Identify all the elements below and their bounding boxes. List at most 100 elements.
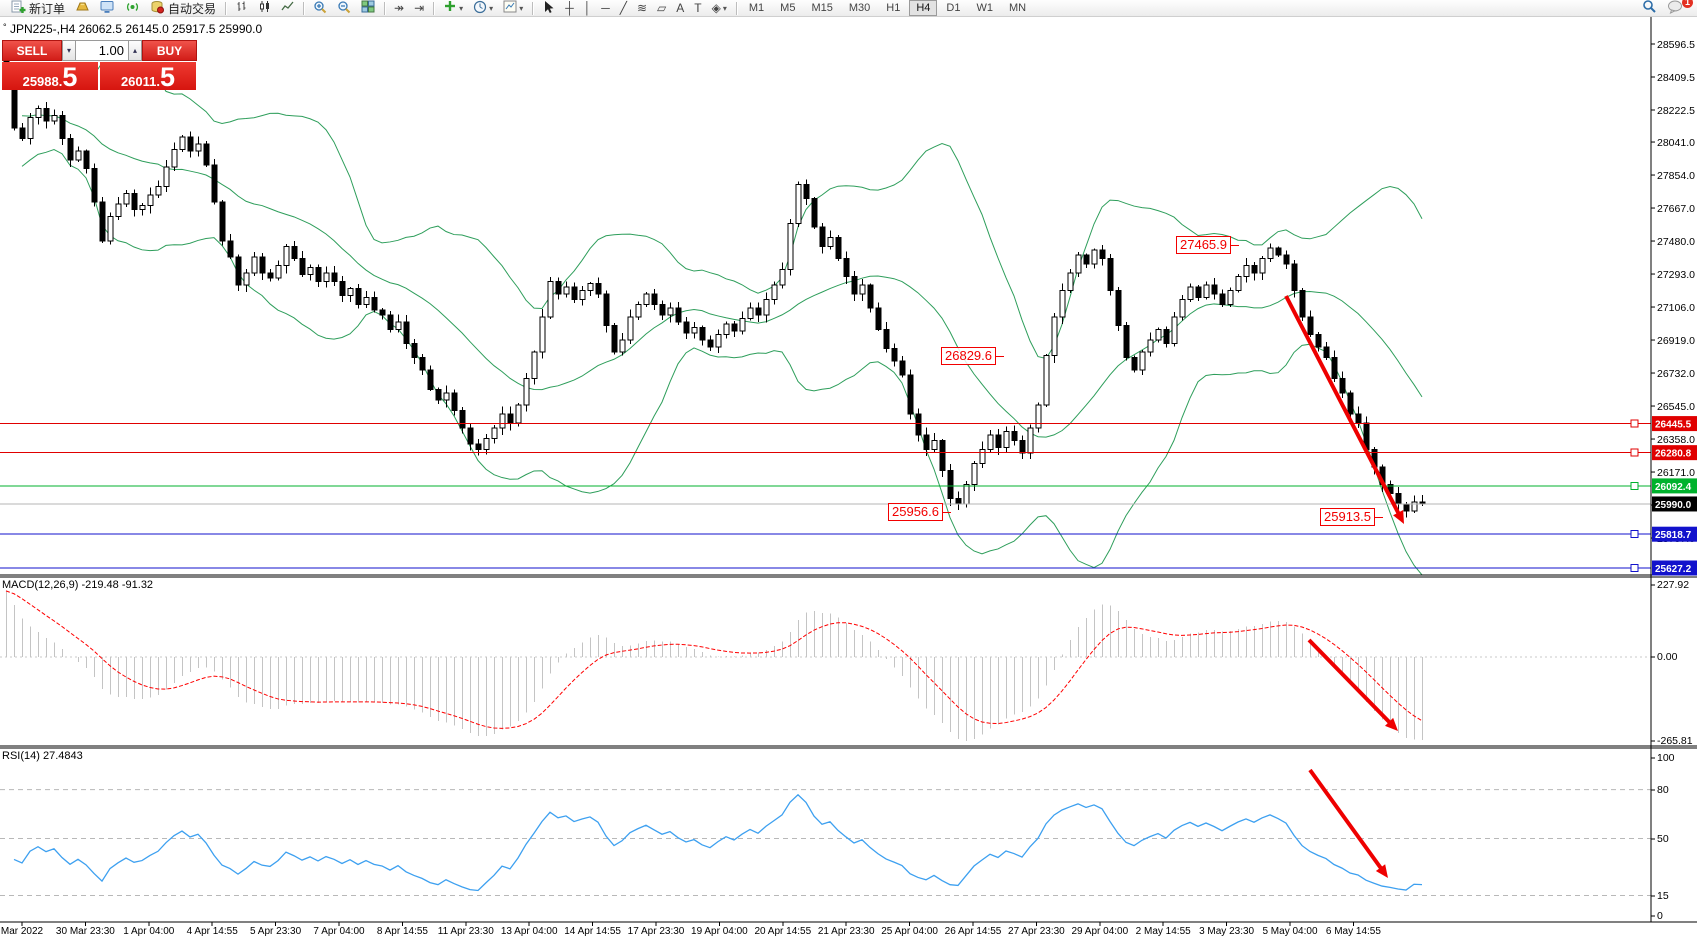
zoom-out-icon — [337, 0, 351, 17]
line-chart-button[interactable] — [277, 0, 298, 17]
sell-button[interactable]: SELL — [2, 40, 62, 61]
auto-scroll-button[interactable]: ↠ — [390, 0, 408, 17]
candle — [1036, 403, 1041, 433]
line-handle[interactable] — [1631, 420, 1638, 427]
candle — [236, 254, 241, 291]
periods-button[interactable]: ▾ — [469, 0, 497, 17]
lot-decrease-button[interactable]: ▾ — [62, 40, 76, 61]
candle — [916, 409, 921, 442]
candle — [516, 403, 521, 427]
search-button[interactable] — [1638, 0, 1661, 17]
clock-icon — [473, 0, 487, 17]
lot-size-input[interactable] — [76, 40, 128, 61]
horizontal-line-icon: ─ — [601, 2, 610, 15]
candlestick-button[interactable] — [254, 0, 275, 17]
time-axis[interactable]: Mar 202230 Mar 23:301 Apr 04:004 Apr 14:… — [1, 922, 1381, 937]
candle — [772, 281, 777, 304]
trend-arrow[interactable] — [1309, 640, 1398, 731]
auto-trading-button[interactable]: 自动交易 — [146, 0, 220, 17]
timeframe-w1-button[interactable]: W1 — [969, 0, 1000, 16]
bar-chart-button[interactable] — [231, 0, 252, 17]
candle — [252, 252, 257, 276]
candle — [732, 321, 737, 337]
candle — [1236, 274, 1241, 293]
new-order-button[interactable]: 新订单 — [7, 0, 69, 17]
candle — [844, 251, 849, 283]
candle — [1220, 290, 1225, 307]
candle — [812, 197, 817, 229]
trend-arrow[interactable] — [1286, 296, 1404, 524]
buy-button[interactable]: BUY — [142, 40, 197, 61]
line-handle[interactable] — [1631, 482, 1638, 489]
fibonacci-button[interactable]: ≋ — [633, 0, 651, 17]
text-button[interactable]: A — [672, 0, 688, 17]
text-label-button[interactable]: T — [690, 0, 705, 17]
price-annotation-box[interactable]: 25956.6 — [888, 503, 943, 521]
candle — [1116, 287, 1121, 331]
notifications-button[interactable]: 1 — [1663, 0, 1688, 17]
timeframe-m5-button[interactable]: M5 — [773, 0, 802, 16]
lot-increase-button[interactable]: ▴ — [128, 40, 142, 61]
trendline-button[interactable]: ╱ — [616, 0, 631, 17]
chart-shift-button[interactable]: ⇥ — [410, 0, 428, 17]
rsi-value: 27.4843 — [43, 750, 83, 762]
trend-arrow[interactable] — [1310, 770, 1388, 878]
timeframe-m30-button[interactable]: M30 — [842, 0, 877, 16]
time-tick-label: 8 Apr 14:55 — [377, 926, 429, 937]
candle — [1188, 283, 1193, 302]
rsi-pane[interactable] — [0, 790, 1651, 896]
gold-tool-button[interactable] — [71, 0, 94, 17]
time-tick-label: 30 Mar 23:30 — [56, 926, 115, 937]
timeframe-h4-button[interactable]: H4 — [909, 0, 937, 16]
horizontal-line-button[interactable]: ─ — [597, 0, 614, 17]
vertical-line-button[interactable]: │ — [580, 0, 596, 17]
candle — [572, 283, 577, 303]
chart-canvas[interactable]: 28596.528409.528222.528041.027854.027667… — [0, 17, 1697, 937]
price-annotation-box[interactable]: 26829.6 — [941, 347, 996, 365]
macd-axis-label: 227.92 — [1657, 579, 1689, 591]
candle — [796, 181, 801, 227]
cursor-icon — [542, 0, 555, 17]
dropdown-caret-icon[interactable]: ▾ — [519, 4, 523, 13]
candle — [492, 425, 497, 444]
sell-price-display[interactable]: 25988.5 — [2, 62, 98, 90]
crosshair-button[interactable]: ┼ — [561, 0, 578, 17]
timeframe-m1-button[interactable]: M1 — [742, 0, 771, 16]
timeframe-m15-button[interactable]: M15 — [804, 0, 839, 16]
candle — [596, 277, 601, 298]
candle — [196, 137, 201, 157]
buy-price-display[interactable]: 26011.5 — [100, 62, 196, 90]
dropdown-caret-icon[interactable]: ▾ — [459, 4, 463, 13]
price-annotation-box[interactable]: 25913.5 — [1320, 508, 1375, 526]
timeframe-mn-button[interactable]: MN — [1002, 0, 1033, 16]
bar-chart-icon — [235, 0, 248, 16]
timeframe-d1-button[interactable]: D1 — [939, 0, 967, 16]
time-tick-label: 7 Apr 04:00 — [313, 926, 365, 937]
channel-button[interactable]: ▱ — [653, 0, 670, 17]
candle — [140, 203, 145, 216]
main-price-pane[interactable] — [4, 55, 1425, 575]
svg-text:26092.4: 26092.4 — [1655, 482, 1692, 493]
line-handle[interactable] — [1631, 449, 1638, 456]
terminal-button[interactable] — [96, 0, 119, 17]
line-handle[interactable] — [1631, 564, 1638, 571]
indicators-button[interactable]: ▾ — [439, 0, 467, 17]
channel-icon: ▱ — [657, 2, 666, 15]
macd-pane[interactable] — [0, 591, 1651, 741]
dropdown-caret-icon[interactable]: ▾ — [723, 4, 727, 13]
line-handle[interactable] — [1631, 531, 1638, 538]
sell-price-main: 25988 — [23, 74, 59, 89]
shapes-button[interactable]: ◈▾ — [708, 0, 731, 17]
timeframe-h1-button[interactable]: H1 — [879, 0, 907, 16]
rsi-axis-label: 50 — [1657, 833, 1669, 845]
zoom-in-button[interactable] — [309, 0, 331, 17]
cursor-button[interactable] — [538, 0, 559, 17]
time-tick-label: 5 May 04:00 — [1262, 926, 1317, 937]
zoom-out-button[interactable] — [333, 0, 355, 17]
templates-button[interactable]: ▾ — [499, 0, 527, 17]
macd-value-2: -91.32 — [122, 579, 153, 591]
signal-button[interactable] — [121, 0, 144, 17]
dropdown-caret-icon[interactable]: ▾ — [489, 4, 493, 13]
tile-windows-button[interactable] — [357, 0, 379, 17]
price-annotation-box[interactable]: 27465.9 — [1176, 236, 1231, 254]
